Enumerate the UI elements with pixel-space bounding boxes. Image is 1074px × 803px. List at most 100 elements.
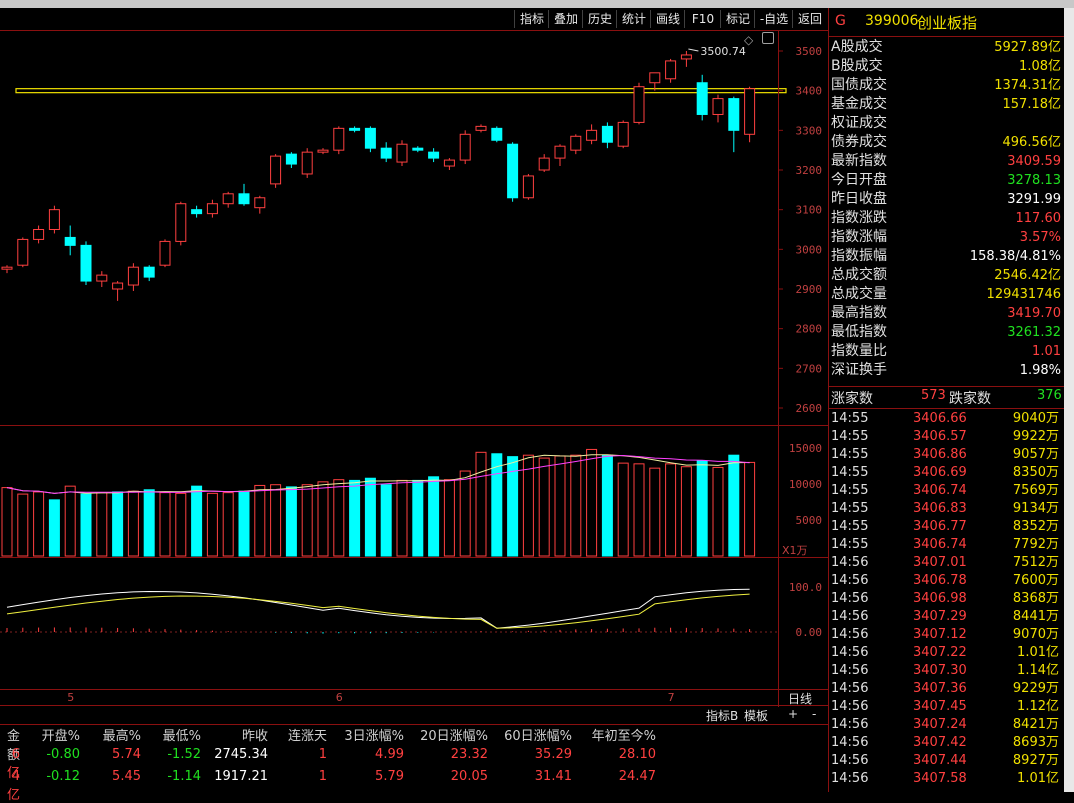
candlestick xyxy=(301,148,313,178)
table-header[interactable]: 最高% xyxy=(103,725,141,744)
stat-value: 496.56亿 xyxy=(1002,135,1062,150)
candlestick xyxy=(538,154,550,172)
side-toolbar-strip[interactable] xyxy=(1064,8,1074,792)
index-code: 399006 xyxy=(865,13,919,29)
remove-watchlist-button[interactable]: -自选 xyxy=(754,10,793,28)
tick-row: 14:56 3407.24 8421万 xyxy=(831,716,1063,734)
tick-time: 14:56 xyxy=(831,591,869,606)
tick-row: 14:56 3406.98 8368万 xyxy=(831,590,1063,608)
tick-time: 14:56 xyxy=(831,555,869,570)
tick-price: 3407.36 xyxy=(913,681,967,696)
tab-template[interactable]: 模板 xyxy=(744,707,768,724)
tick-price: 3407.44 xyxy=(913,753,967,768)
tick-price: 3407.12 xyxy=(913,627,967,642)
table-header[interactable]: 3日涨幅% xyxy=(344,725,404,744)
tick-price: 3407.24 xyxy=(913,717,967,732)
candlestick xyxy=(665,58,677,83)
tick-amount: 9040万 xyxy=(1012,411,1059,426)
back-button[interactable]: 返回 xyxy=(792,10,827,28)
stat-row: A股成交 5927.89亿 xyxy=(831,38,1063,57)
add-pane-button[interactable]: + xyxy=(788,707,798,721)
tick-time: 14:56 xyxy=(831,627,869,642)
volume-bar xyxy=(317,481,329,557)
price-axis-divider xyxy=(778,31,779,707)
volume-bar xyxy=(586,448,598,557)
draw-line-button[interactable]: 画线 xyxy=(650,10,685,28)
candlestick xyxy=(412,146,424,153)
tick-price: 3406.69 xyxy=(913,465,967,480)
statistics-button[interactable]: 统计 xyxy=(616,10,651,28)
volume-bar xyxy=(364,477,376,557)
tick-price: 3407.45 xyxy=(913,699,967,714)
tick-time: 14:55 xyxy=(831,537,869,552)
table-header[interactable]: 最低% xyxy=(163,725,201,744)
tick-price: 3407.42 xyxy=(913,735,967,750)
stat-value: 3261.32 xyxy=(1007,325,1061,340)
tick-time: 14:56 xyxy=(831,681,869,696)
tick-price: 3407.58 xyxy=(913,771,967,786)
stat-value: 1374.31亿 xyxy=(994,78,1061,93)
volume-bar xyxy=(380,484,392,557)
candlestick xyxy=(80,241,92,286)
table-header[interactable]: 开盘% xyxy=(42,725,80,744)
stat-value: 3.57% xyxy=(1019,230,1061,245)
tick-time: 14:55 xyxy=(831,519,869,534)
tab-indicator-b[interactable]: 指标B xyxy=(706,707,738,724)
stat-value: 3419.70 xyxy=(1007,306,1061,321)
history-button[interactable]: 历史 xyxy=(582,10,617,28)
f10-button[interactable]: F10 xyxy=(684,10,721,28)
table-cell: 35.29 xyxy=(534,747,572,762)
table-header[interactable]: 连涨天 xyxy=(288,725,327,744)
stat-value: 1.01 xyxy=(1032,344,1061,359)
stat-label: 指数涨跌 xyxy=(831,210,887,226)
price-tick-label: 3300 xyxy=(796,124,823,137)
table-cell: 23.32 xyxy=(450,747,488,762)
macd-pane[interactable]: 100.0 0.00 xyxy=(0,557,828,690)
price-tick-label: 2700 xyxy=(796,362,823,375)
tick-price: 3406.77 xyxy=(913,519,967,534)
volume-bar xyxy=(206,492,218,557)
table-cell: 1 xyxy=(318,747,327,762)
tick-time: 14:55 xyxy=(831,501,869,516)
table-header[interactable]: 60日涨幅% xyxy=(504,725,572,744)
volume-pane[interactable]: 15000 10000 5000 X1万 xyxy=(0,425,828,558)
tick-time: 14:55 xyxy=(831,465,869,480)
tick-amount: 9057万 xyxy=(1012,447,1059,462)
candlestick xyxy=(317,148,329,155)
table-header[interactable]: 年初至今% xyxy=(592,725,656,744)
tick-amount: 1.14亿 xyxy=(1017,663,1059,678)
table-header[interactable]: 20日涨幅% xyxy=(420,725,488,744)
window-toggle-icon[interactable] xyxy=(762,32,774,44)
volume-bar xyxy=(459,470,471,557)
remove-pane-button[interactable]: - xyxy=(812,707,816,721)
tick-price: 3406.86 xyxy=(913,447,967,462)
tick-amount: 8421万 xyxy=(1012,717,1059,732)
tick-row: 14:56 3407.22 1.01亿 xyxy=(831,644,1063,662)
high-price-label: 3500.74 xyxy=(700,45,746,58)
volume-bar xyxy=(617,462,629,557)
tick-row: 14:56 3407.30 1.14亿 xyxy=(831,662,1063,680)
overlay-button[interactable]: 叠加 xyxy=(548,10,583,28)
candlestick xyxy=(522,173,534,200)
candlestick xyxy=(459,130,471,165)
volume-bar xyxy=(633,463,645,557)
table-header[interactable]: 昨收 xyxy=(242,725,268,744)
volume-bar xyxy=(80,493,92,557)
tick-row: 14:56 3407.45 1.12亿 xyxy=(831,698,1063,716)
indicator-button[interactable]: 指标 xyxy=(514,10,549,28)
tick-amount: 8368万 xyxy=(1012,591,1059,606)
volume-bar xyxy=(728,454,740,557)
volume-bar xyxy=(1,487,13,557)
tick-price: 3406.74 xyxy=(913,483,967,498)
table-cell: 20.05 xyxy=(450,769,488,784)
macd-chart: 100.0 0.00 xyxy=(0,581,822,639)
stat-value: 3291.99 xyxy=(1007,192,1061,207)
volume-bar xyxy=(601,454,613,557)
mark-button[interactable]: 标记 xyxy=(720,10,755,28)
volume-bar xyxy=(301,484,313,557)
volume-bar xyxy=(696,460,708,557)
tick-amount: 8693万 xyxy=(1012,735,1059,750)
candlestick-pane[interactable]: 3500.74 3500 3400 3300 3200 3100 3000 2900 2800 2… xyxy=(0,31,828,425)
diamond-icon[interactable]: ◇ xyxy=(744,33,753,47)
table-cell: 28.10 xyxy=(618,747,656,762)
